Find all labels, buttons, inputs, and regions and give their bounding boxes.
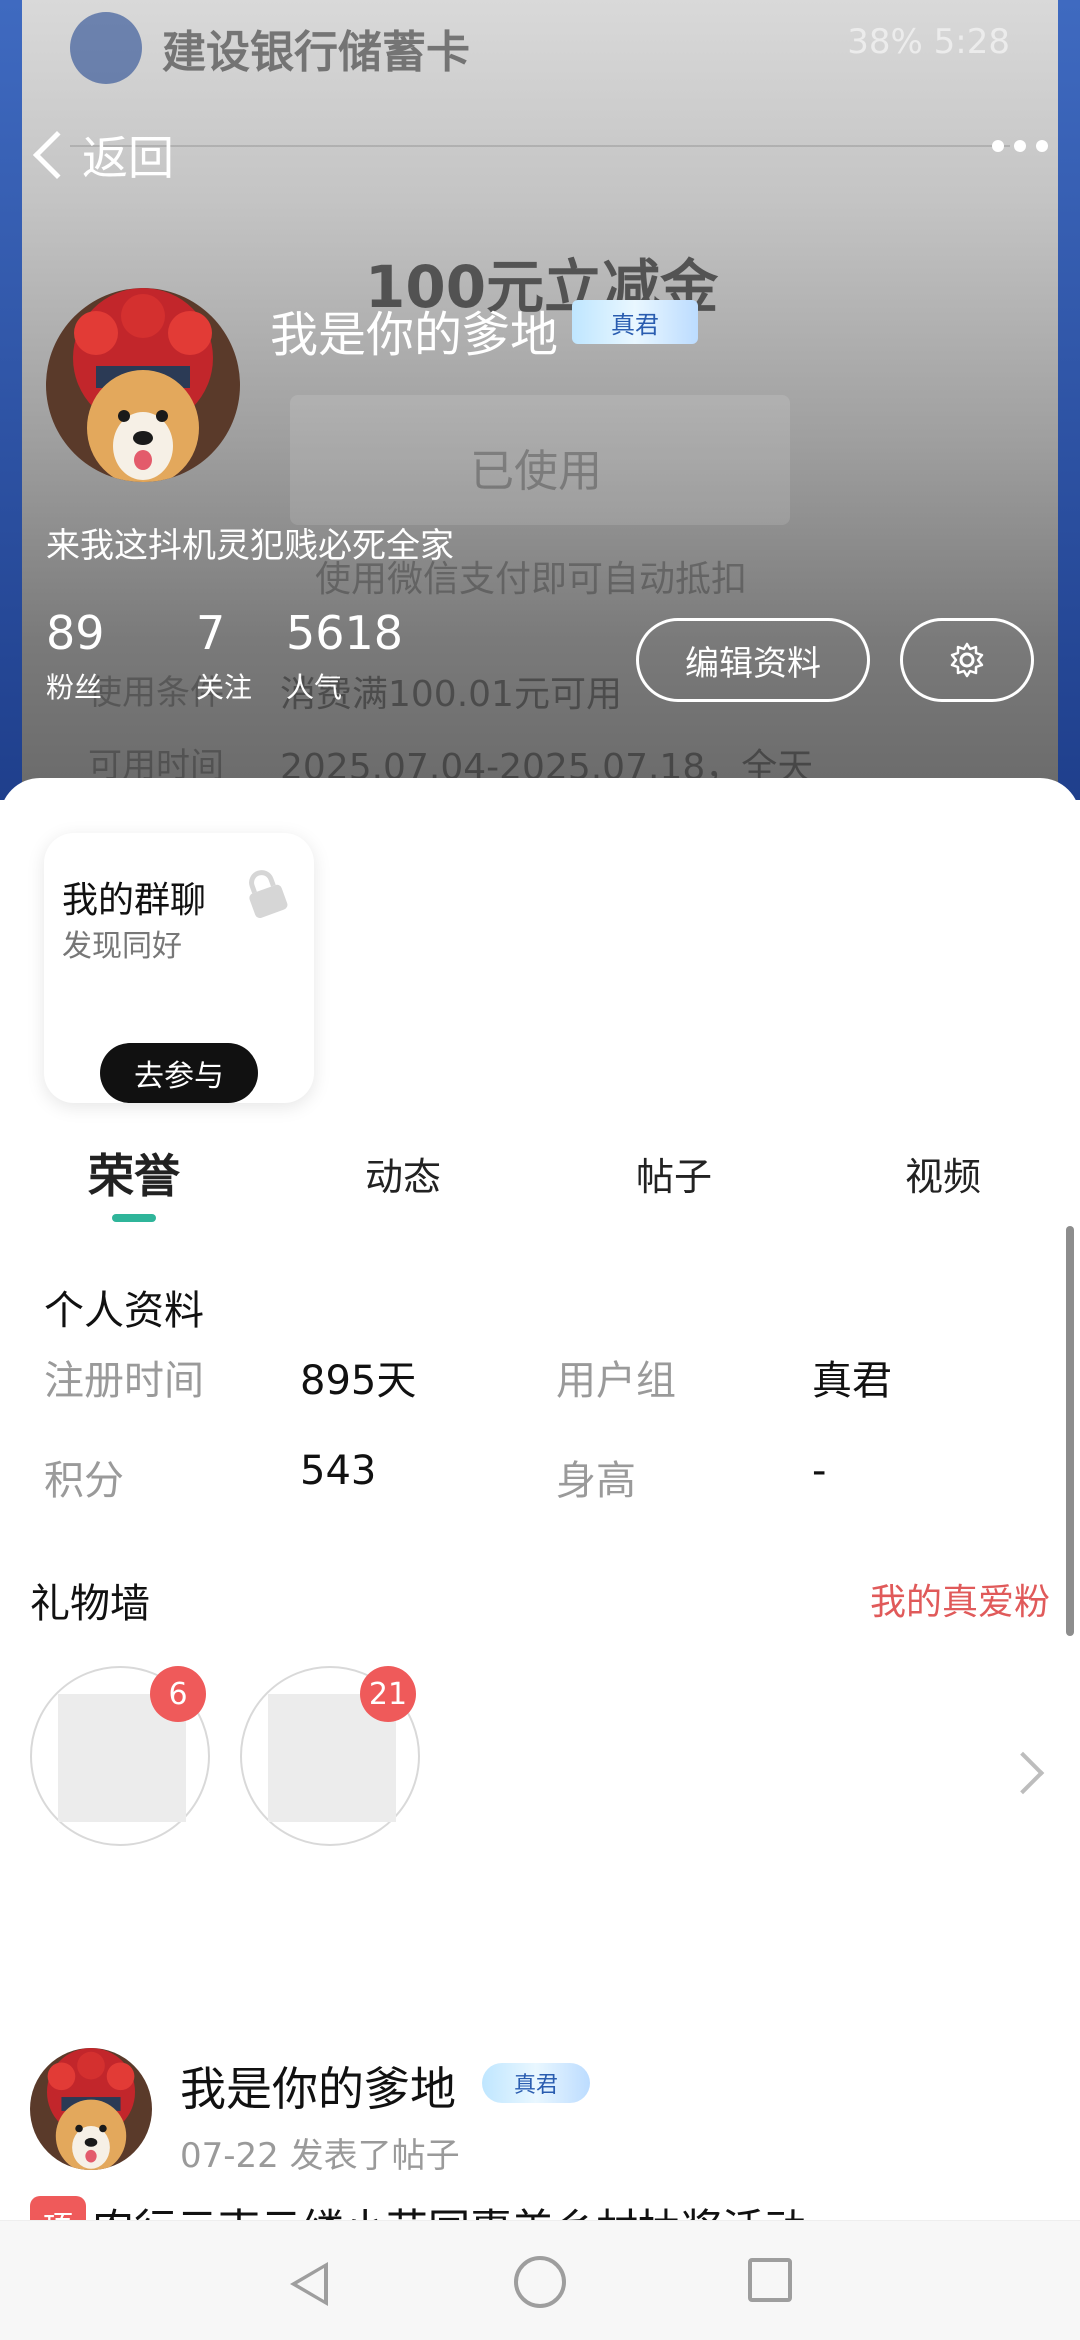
profile-content-sheet: 我的群聊 发现同好 去参与 荣誉 动态 帖子 视频 个人资料 注册时间 895天 [0,778,1080,2340]
avatar[interactable] [46,288,240,482]
profile-screen: 建设银行储蓄卡 38% 5:28 100元立减金 已使用 使用微信支付即可自动抵… [0,0,1080,2340]
status-bar-text: 38% 5:28 [847,22,1010,62]
stat-value: 89 [46,606,105,660]
profile-header: 建设银行储蓄卡 38% 5:28 100元立减金 已使用 使用微信支付即可自动抵… [0,0,1080,800]
stat-value: 5618 [286,606,404,660]
avatar-image [46,288,240,482]
info-value: 543 [300,1448,377,1494]
profile-tabs: 荣誉 动态 帖子 视频 [0,1146,1080,1226]
avatar-image [30,2048,152,2170]
stat-value: 7 [196,606,226,660]
background-divider [70,145,1010,147]
more-dot-icon [1014,140,1026,152]
post-meta: 07-22 发表了帖子 [180,2136,460,2176]
background-app-title: 建设银行储蓄卡 [70,12,530,84]
chevron-left-icon [32,130,82,180]
join-group-label: 去参与 [134,1059,224,1094]
tab-activity[interactable]: 动态 [365,1146,441,1201]
stat-following[interactable]: 7 关注 [196,610,286,706]
post-author-badge: 真君 [482,2063,590,2103]
gift-item[interactable]: 21 [240,1666,420,1846]
post-author-name[interactable]: 我是你的爹地 [180,2053,456,2119]
tab-honor[interactable]: 荣誉 [88,1140,180,1206]
gear-icon [950,642,984,678]
user-signature: 来我这抖机灵犯贱必死全家 [46,526,454,566]
edit-profile-button[interactable]: 编辑资料 [636,618,870,702]
join-group-button[interactable]: 去参与 [100,1043,258,1103]
system-home-icon[interactable] [514,2256,566,2308]
system-recents-icon[interactable] [748,2258,792,2302]
more-button[interactable] [992,140,1048,152]
group-chat-card[interactable]: 我的群聊 发现同好 去参与 [44,833,314,1103]
group-card-subtitle: 发现同好 [62,929,182,964]
back-label: 返回 [82,131,174,185]
gift-count-badge: 6 [150,1666,206,1722]
post-author-avatar[interactable] [30,2048,152,2170]
stat-label: 粉丝 [46,671,103,704]
stat-label: 关注 [196,671,253,704]
stat-label: 人气 [286,671,343,704]
more-dot-icon [1036,140,1048,152]
info-label: 积分 [44,1458,124,1504]
background-title-text: 建设银行储蓄卡 [162,27,470,78]
profile-stats: 89 粉丝 7 关注 5618 人气 [46,610,436,706]
background-edge [1058,0,1080,800]
user-badge-text: 真君 [611,310,659,339]
info-label: 注册时间 [44,1358,204,1404]
stat-followers[interactable]: 89 粉丝 [46,610,196,706]
bank-logo-icon [70,12,142,84]
info-value: - [812,1448,827,1494]
info-row: 注册时间 895天 用户组 真君 [44,1348,1034,1448]
group-card-title: 我的群聊 [62,880,207,921]
info-row: 积分 543 身高 - [44,1448,1034,1548]
system-back-icon[interactable] [290,2262,328,2306]
lock-icon [249,870,288,919]
true-fans-link[interactable]: 我的真爱粉 [870,1573,1050,1625]
back-button[interactable]: 返回 [28,120,174,190]
tab-posts[interactable]: 帖子 [636,1146,712,1201]
post-badge-text: 真君 [513,2073,558,2098]
stat-popularity[interactable]: 5618 人气 [286,610,436,706]
chevron-right-icon[interactable] [1001,1751,1045,1795]
info-label: 身高 [556,1458,636,1504]
settings-button[interactable] [900,618,1034,702]
personal-info-title: 个人资料 [44,1288,204,1334]
username: 我是你的爹地 [270,307,559,363]
edit-profile-label: 编辑资料 [685,643,821,684]
gift-item[interactable]: 6 [30,1666,210,1846]
gift-wall-title: 礼物墙 [30,1581,150,1627]
user-badge[interactable]: 真君 [572,300,698,344]
personal-info-grid: 注册时间 895天 用户组 真君 积分 543 身高 - [44,1348,1034,1548]
info-value: 真君 [812,1358,892,1404]
gift-count-badge: 21 [360,1666,416,1722]
more-dot-icon [992,140,1004,152]
tab-indicator [112,1214,156,1222]
info-label: 用户组 [556,1358,676,1404]
background-edge [0,0,22,800]
background-used-label: 已使用 [470,446,602,497]
info-value: 895天 [300,1358,417,1404]
tab-videos[interactable]: 视频 [905,1146,981,1201]
scrollbar[interactable] [1066,1226,1074,1636]
